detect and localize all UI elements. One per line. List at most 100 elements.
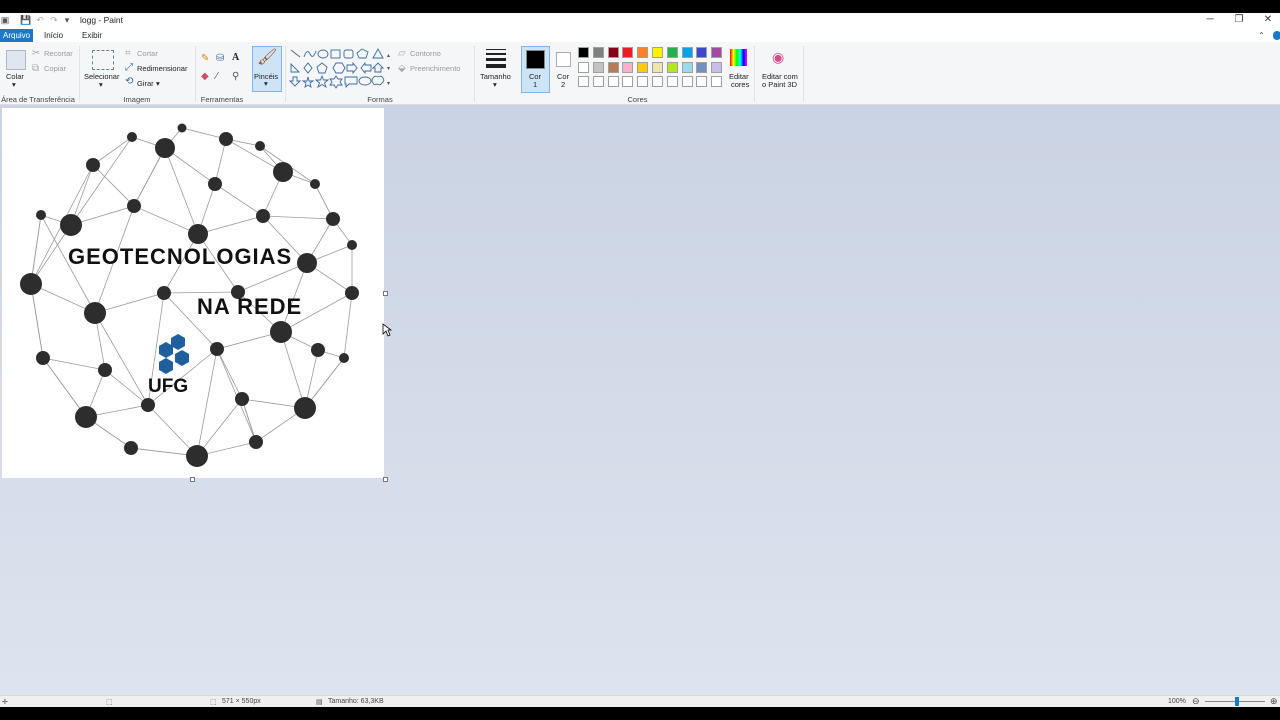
palette-swatch[interactable] xyxy=(607,61,619,73)
oval-shape-icon xyxy=(317,49,329,59)
help-icon[interactable] xyxy=(1273,31,1280,40)
palette-swatch[interactable] xyxy=(592,76,604,87)
palette-swatch[interactable] xyxy=(652,47,663,58)
palette-swatch[interactable] xyxy=(637,47,649,58)
pencil-icon[interactable]: ✎ xyxy=(201,54,209,64)
rotate-dropdown-icon[interactable]: ▾ xyxy=(156,79,160,88)
color2-swatch[interactable] xyxy=(556,52,571,67)
zoom-slider-thumb[interactable] xyxy=(1235,697,1239,706)
fill-button[interactable]: Preenchimento xyxy=(410,64,460,73)
paste-dropdown-icon[interactable]: ▾ xyxy=(12,80,16,89)
resize-handle-corner[interactable] xyxy=(383,477,388,482)
select-dropdown-icon[interactable]: ▾ xyxy=(99,80,103,89)
rectangle-shape-icon xyxy=(330,49,341,59)
brush-icon: 🖌 xyxy=(257,49,278,66)
palette-swatch[interactable] xyxy=(681,47,693,58)
resize-handle-right[interactable] xyxy=(383,291,388,296)
palette-swatch[interactable] xyxy=(652,76,663,87)
size-icon[interactable] xyxy=(486,49,506,68)
palette-swatch[interactable] xyxy=(666,47,678,58)
oval-callout-shape-icon xyxy=(358,76,372,86)
cut-icon: ✂ xyxy=(32,48,41,59)
fill-icon[interactable]: ⛁ xyxy=(216,54,224,64)
color1-number: 1 xyxy=(533,80,538,89)
paste-icon[interactable] xyxy=(6,50,26,70)
palette-swatch[interactable] xyxy=(592,47,604,58)
triangle-shape-icon xyxy=(372,48,384,59)
palette-swatch[interactable] xyxy=(711,61,723,73)
crop-button[interactable]: Cortar xyxy=(137,49,158,58)
edit-colors-icon[interactable] xyxy=(730,49,747,66)
outline-button[interactable]: Contorno xyxy=(410,49,441,58)
collapse-ribbon-icon[interactable]: ⌃ xyxy=(1258,31,1265,41)
select-icon[interactable] xyxy=(92,50,114,70)
palette-swatch[interactable] xyxy=(622,76,634,87)
palette-swatch[interactable] xyxy=(637,76,649,87)
palette-swatch[interactable] xyxy=(607,47,619,58)
six-point-star-shape-icon xyxy=(329,75,343,89)
canvas-subtitle-text: NA REDE xyxy=(197,294,303,319)
palette-swatch[interactable] xyxy=(578,61,589,73)
palette-swatch[interactable] xyxy=(711,47,723,58)
right-triangle-shape-icon xyxy=(290,62,301,73)
zoom-level: 100% xyxy=(1168,698,1186,705)
eraser-icon[interactable]: ◆ xyxy=(201,72,209,82)
cursor-position-icon: ✛ xyxy=(2,699,8,706)
paint3d-icon[interactable]: ◉ xyxy=(772,50,784,64)
palette-swatch[interactable] xyxy=(666,76,678,87)
copy-button[interactable]: Copiar xyxy=(44,64,66,73)
drawing-canvas[interactable]: GEOTECNOLOGIAS NA REDE UFG xyxy=(2,108,384,478)
ribbon-tabs: Arquivo Início Exibir ⌃ xyxy=(0,29,1280,42)
zoom-out-icon[interactable]: ⊖ xyxy=(1192,696,1200,707)
polygon-shape-icon xyxy=(356,48,369,59)
restore-icon[interactable]: ❐ xyxy=(1225,13,1253,27)
network-nodes xyxy=(20,123,359,467)
text-icon[interactable]: A xyxy=(232,53,239,63)
save-icon[interactable]: 💾 xyxy=(20,15,31,25)
magnifier-icon[interactable]: ⚲ xyxy=(232,72,239,82)
tab-file[interactable]: Arquivo xyxy=(0,29,34,42)
color-picker-icon[interactable]: ⁄ xyxy=(216,72,218,82)
palette-swatch[interactable] xyxy=(607,76,619,87)
size-dropdown-icon[interactable]: ▾ xyxy=(493,80,497,89)
canvas-logo-text: UFG xyxy=(148,376,189,397)
network-sphere-logo xyxy=(20,123,359,467)
tab-view[interactable]: Exibir xyxy=(79,29,105,42)
rect-callout-shape-icon xyxy=(344,76,358,89)
palette-swatch[interactable] xyxy=(622,61,634,73)
hexagon-shape-icon xyxy=(332,62,346,74)
rotate-icon: ⟲ xyxy=(125,76,134,87)
palette-swatch[interactable] xyxy=(637,61,649,73)
palette-swatch[interactable] xyxy=(711,76,723,87)
image-size-icon: ⬚ xyxy=(210,699,217,706)
palette-swatch[interactable] xyxy=(622,47,634,58)
rounded-rectangle-shape-icon xyxy=(343,49,354,59)
palette-swatch[interactable] xyxy=(592,61,604,73)
palette-swatch[interactable] xyxy=(696,47,708,58)
palette-swatch[interactable] xyxy=(696,76,708,87)
tab-home[interactable]: Início xyxy=(41,29,66,42)
selection-size-icon: ⬚ xyxy=(106,699,113,706)
rotate-button[interactable]: Girar xyxy=(137,79,154,88)
palette-swatch[interactable] xyxy=(578,47,589,58)
palette-swatch[interactable] xyxy=(652,61,663,73)
undo-icon[interactable]: ↶ xyxy=(35,15,45,25)
resize-button[interactable]: Redimensionar xyxy=(137,64,187,73)
zoom-in-icon[interactable]: ⊕ xyxy=(1270,696,1278,707)
redo-icon[interactable]: ↷ xyxy=(49,15,59,25)
resize-handle-bottom[interactable] xyxy=(190,477,195,482)
clipboard-group-label: Área de Transferência xyxy=(1,95,75,104)
shapes-gallery[interactable]: ▴ ▾ ▾ xyxy=(289,48,395,90)
palette-swatch[interactable] xyxy=(696,61,708,73)
palette-swatch[interactable] xyxy=(681,61,693,73)
cut-button[interactable]: Recortar xyxy=(44,49,73,58)
file-size: Tamanho: 63,3KB xyxy=(328,698,384,705)
paint3d-label-2: o Paint 3D xyxy=(762,80,798,89)
palette-swatch[interactable] xyxy=(681,76,693,87)
close-icon[interactable]: ✕ xyxy=(1254,13,1280,27)
customize-toolbar-icon[interactable]: ▾ xyxy=(62,15,72,25)
minimize-icon[interactable]: ─ xyxy=(1196,13,1224,27)
palette-swatch[interactable] xyxy=(666,61,678,73)
mouse-cursor-icon xyxy=(382,323,392,337)
palette-swatch[interactable] xyxy=(578,76,589,87)
